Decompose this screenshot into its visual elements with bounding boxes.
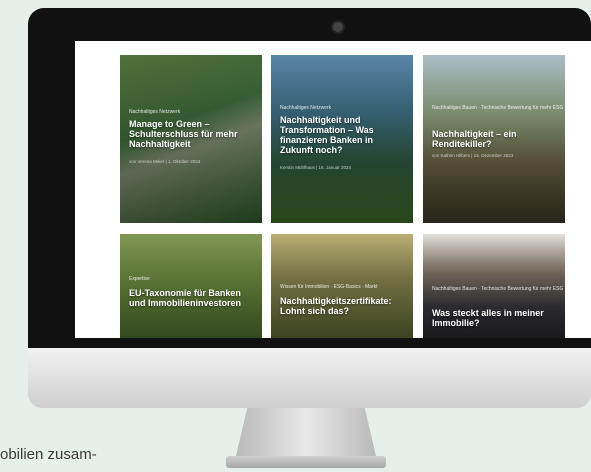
article-category: Nachhaltiges Netzwerk [129, 109, 181, 115]
article-card[interactable]: Wissen für Immobilien · ESG-Basics · Mar… [271, 234, 413, 338]
article-card[interactable]: Expertise EU-Taxonomie für Banken und Im… [120, 234, 262, 338]
webcam-icon [333, 22, 343, 32]
article-category: Nachhaltiges Bauen · Technische Bewertun… [432, 286, 564, 292]
screen: Nachhaltiges Netzwerk Manage to Green – … [75, 41, 591, 338]
article-grid: Nachhaltiges Netzwerk Manage to Green – … [75, 41, 591, 338]
monitor-chin [28, 348, 591, 408]
article-category: Expertise [129, 276, 150, 282]
article-card[interactable]: Nachhaltiges Netzwerk Nachhaltigkeit und… [271, 55, 413, 223]
monitor-base [226, 456, 386, 468]
article-title[interactable]: Was steckt alles in meiner Immobilie? [432, 308, 560, 328]
article-title[interactable]: EU-Taxonomie für Banken und Immobilienin… [129, 288, 257, 308]
article-card[interactable]: Nachhaltiges Bauen · Technische Bewertun… [423, 55, 565, 223]
article-category: Nachhaltiges Bauen · Technische Bewertun… [432, 105, 564, 111]
caption-text: obilien zusam- [0, 446, 97, 463]
article-category: Nachhaltiges Netzwerk [280, 105, 332, 111]
article-title[interactable]: Nachhaltigkeitszertifikate: Lohnt sich d… [280, 296, 408, 316]
article-category: Wissen für Immobilien · ESG-Basics · Mar… [280, 284, 378, 290]
article-card[interactable]: Nachhaltiges Netzwerk Manage to Green – … [120, 55, 262, 223]
monitor-stand [236, 408, 376, 456]
article-title[interactable]: Nachhaltigkeit – ein Renditekiller? [432, 129, 560, 149]
article-meta: von Kathrin Hilbers | 15. Dezember 2023 [432, 153, 514, 158]
article-title[interactable]: Manage to Green – Schulterschluss für me… [129, 119, 257, 149]
article-meta: von Verena Meier | 1. Oktober 2024 [129, 159, 201, 164]
article-meta: Kerstin Mühlhaus | 16. Januar 2024 [280, 165, 351, 170]
article-card[interactable]: Nachhaltiges Bauen · Technische Bewertun… [423, 234, 565, 338]
article-title[interactable]: Nachhaltigkeit und Transformation – Was … [280, 115, 408, 155]
